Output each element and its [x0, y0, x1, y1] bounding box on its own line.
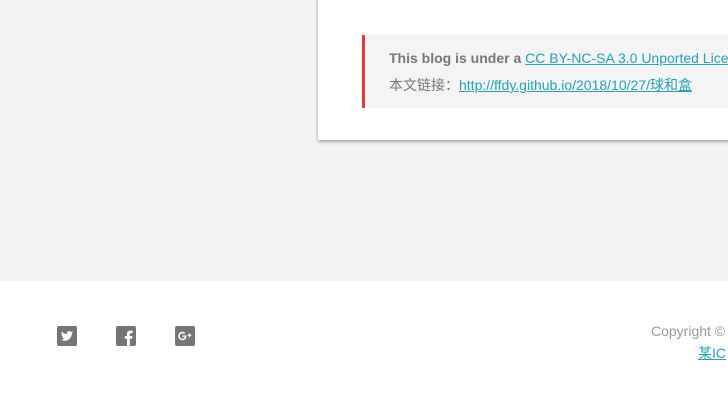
google-plus-icon[interactable]	[175, 326, 195, 346]
footer: Copyright © 某IC	[0, 281, 728, 401]
twitter-icon[interactable]	[57, 326, 77, 346]
facebook-icon[interactable]	[116, 326, 136, 346]
license-notice: This blog is under a CC BY-NC-SA 3.0 Unp…	[362, 35, 728, 108]
copyright-text: Copyright ©	[651, 323, 726, 339]
license-statement: This blog is under a	[389, 50, 522, 66]
permalink-link[interactable]: http://ffdy.github.io/2018/10/27/球和盒	[459, 77, 692, 93]
site-link[interactable]: 某IC	[698, 343, 726, 363]
license-link[interactable]: CC BY-NC-SA 3.0 Unported Lice	[525, 50, 728, 66]
license-line: This blog is under a CC BY-NC-SA 3.0 Unp…	[389, 50, 728, 66]
permalink-label: 本文链接：	[389, 77, 459, 93]
permalink-line: 本文链接：http://ffdy.github.io/2018/10/27/球和…	[389, 75, 692, 95]
